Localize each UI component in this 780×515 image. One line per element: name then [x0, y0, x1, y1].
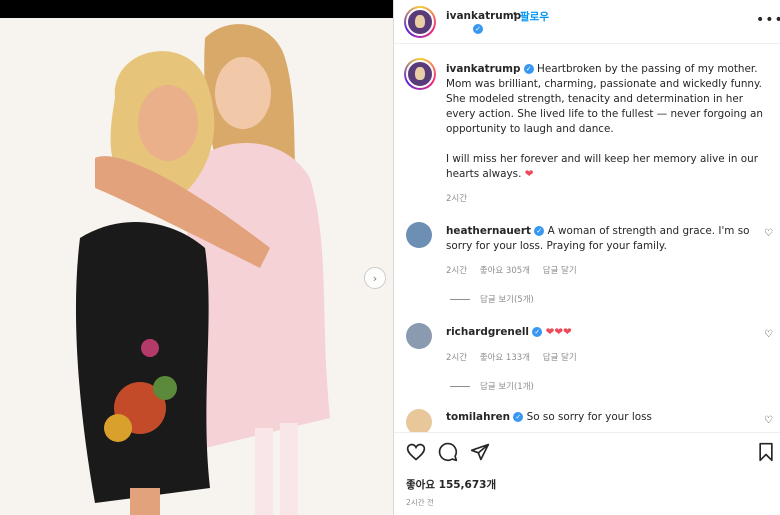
post-time: 2시간 전	[406, 498, 434, 507]
paper-plane-icon[interactable]	[470, 442, 490, 462]
comment-meta: 2시간 좋아요 133개 답글 달기	[446, 351, 587, 363]
next-image-button[interactable]: ›	[364, 267, 386, 289]
post-header: ivankatrump ✓ • 팔로우 •••	[394, 0, 780, 44]
comment-time: 2시간	[446, 266, 468, 276]
comment-username[interactable]: heathernauert	[446, 225, 531, 237]
post-photo	[0, 18, 393, 515]
verified-icon: ✓	[534, 226, 545, 236]
verified-icon: ✓	[473, 24, 483, 34]
caption-avatar[interactable]	[404, 58, 436, 90]
view-replies-button[interactable]: 답글 보기(5개)	[450, 293, 534, 305]
comment-likes[interactable]: 좋아요 133개	[480, 353, 530, 363]
reply-button[interactable]: 답글 달기	[543, 353, 577, 363]
post-sidebar: ivankatrump ✓ • 팔로우 ••• ivankatrump ✓ He…	[393, 0, 780, 515]
comment-likes[interactable]: 좋아요 305개	[480, 266, 530, 276]
comment-text: So so sorry for your loss	[526, 411, 652, 423]
separator-dot: •	[512, 9, 518, 20]
post-caption: ivankatrump ✓ Heartbroken by the passing…	[446, 62, 766, 182]
heart-icon[interactable]	[406, 442, 426, 462]
like-count[interactable]: 좋아요 155,673개	[406, 477, 496, 492]
bookmark-icon[interactable]	[756, 442, 776, 462]
verified-icon: ✓	[513, 412, 524, 422]
comment-like-icon[interactable]: ♡	[764, 228, 773, 239]
caption-text-2: I will miss her forever and will keep he…	[446, 153, 758, 180]
post-actions: 좋아요 155,673개 2시간 전	[394, 432, 780, 515]
avatar[interactable]	[404, 6, 436, 38]
comment-username[interactable]: tomilahren	[446, 411, 510, 423]
comment-like-icon[interactable]: ♡	[764, 415, 773, 426]
caption-time: 2시간	[446, 194, 468, 204]
view-replies-button[interactable]: 답글 보기(1개)	[450, 380, 534, 392]
comment-time: 2시간	[446, 353, 468, 363]
verified-icon: ✓	[532, 327, 543, 337]
verified-icon: ✓	[523, 64, 534, 74]
comment-text: ❤❤❤	[545, 326, 572, 338]
heart-emoji: ❤	[524, 168, 534, 180]
comment-icon[interactable]	[438, 442, 458, 462]
media-top-bar	[0, 0, 393, 18]
post-media: ›	[0, 0, 393, 515]
comment-avatar[interactable]	[406, 323, 432, 349]
caption-username[interactable]: ivankatrump	[446, 63, 520, 75]
follow-button[interactable]: 팔로우	[520, 9, 549, 24]
chevron-right-icon: ›	[372, 271, 378, 285]
comment-meta: 2시간 좋아요 305개 답글 달기	[446, 264, 587, 276]
comment-username[interactable]: richardgrenell	[446, 326, 529, 338]
comment-like-icon[interactable]: ♡	[764, 329, 773, 340]
header-username[interactable]: ivankatrump	[446, 10, 521, 22]
comment-avatar[interactable]	[406, 222, 432, 248]
more-options-icon[interactable]: •••	[756, 12, 780, 28]
reply-button[interactable]: 답글 달기	[543, 266, 577, 276]
